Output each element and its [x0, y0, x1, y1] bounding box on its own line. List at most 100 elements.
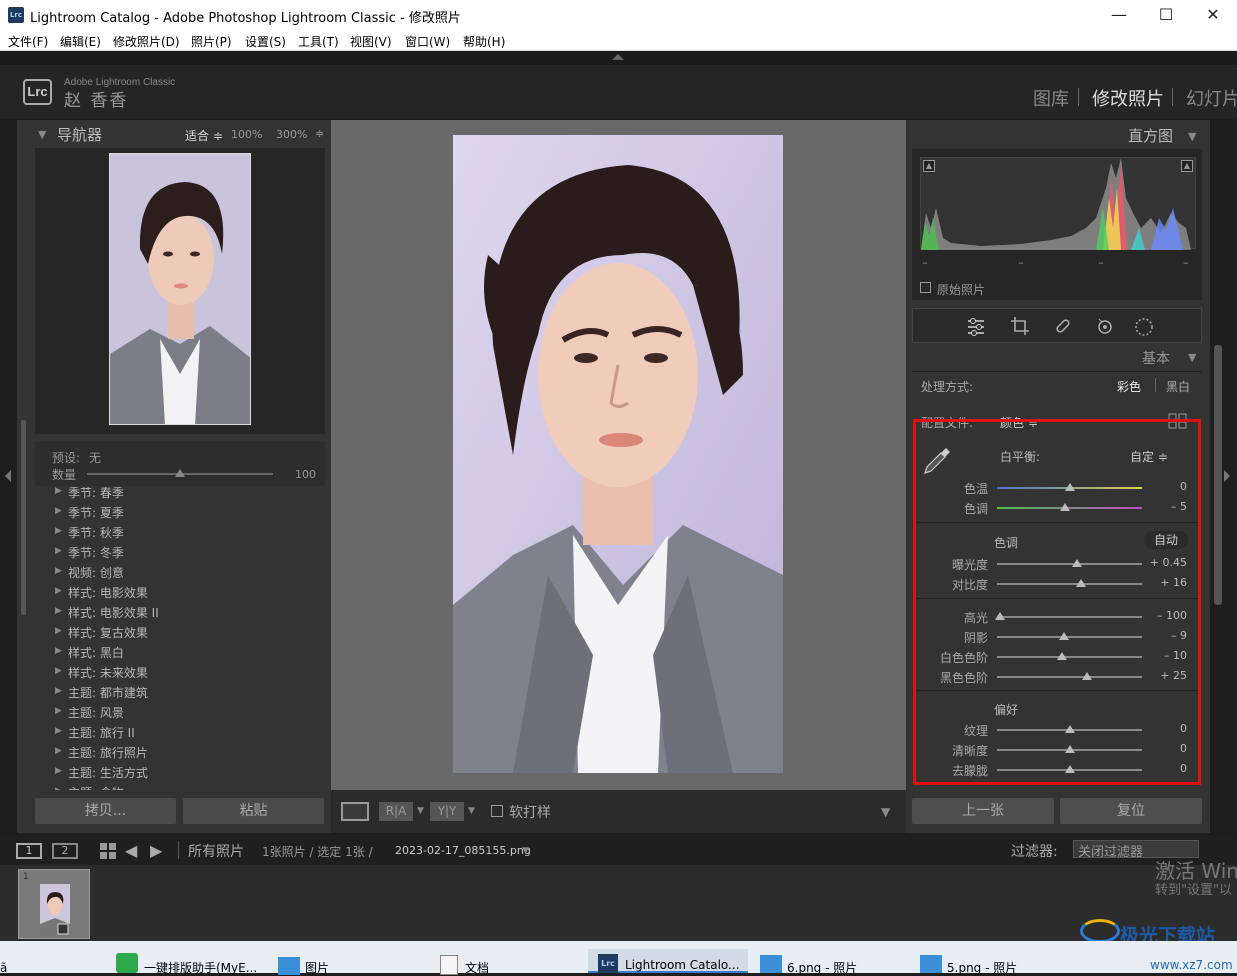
minimize-button[interactable]: —	[1096, 0, 1142, 30]
expand-icon[interactable]: ▶	[55, 646, 62, 656]
current-filename[interactable]: 2023-02-17_085155.png	[395, 844, 531, 857]
shadow-clip-icon[interactable]: ▲	[923, 160, 935, 172]
expand-icon[interactable]: ▶	[55, 786, 62, 790]
filename-dropdown-icon[interactable]: ▼	[522, 846, 529, 856]
filmstrip-cell-selected[interactable]: 1	[18, 869, 90, 939]
preset-folder-item[interactable]: ▶ 主题: 风景	[35, 702, 325, 722]
taskbar-item-typesetting[interactable]: 一键排版助手(MyE...	[144, 959, 257, 976]
soft-proof-checkbox[interactable]	[491, 805, 503, 817]
expand-icon[interactable]: ▶	[55, 586, 62, 596]
preset-folder-item[interactable]: ▶ 样式: 未来效果	[35, 662, 325, 682]
secondary-display-button[interactable]: 2	[52, 843, 78, 859]
menu-develop[interactable]: 修改照片(D)	[113, 33, 180, 50]
preset-folder-label: 样式: 电影效果	[68, 586, 148, 600]
navigator-preview[interactable]	[35, 148, 325, 434]
sliders-icon[interactable]	[966, 317, 986, 337]
basic-collapse-icon[interactable]: ▼	[1188, 351, 1196, 364]
collapse-left-icon[interactable]	[5, 470, 11, 482]
toolbar-menu-icon[interactable]: ▼	[881, 805, 890, 819]
paste-button[interactable]: 粘贴	[183, 798, 324, 824]
menu-help[interactable]: 帮助(H)	[463, 33, 505, 50]
preset-folder-item[interactable]: ▶ 主题: 旅行 II	[35, 722, 325, 742]
navigator-collapse-icon[interactable]: ▼	[38, 128, 46, 141]
bandage-icon[interactable]	[1053, 316, 1073, 336]
zoom-fit[interactable]: 适合 ≑	[185, 127, 223, 144]
module-develop[interactable]: 修改照片	[1092, 85, 1164, 111]
highlight-clip-icon[interactable]: ▲	[1181, 160, 1193, 172]
expand-icon[interactable]: ▶	[55, 546, 62, 556]
photo-canvas[interactable]	[331, 120, 906, 790]
expand-icon[interactable]: ▶	[55, 566, 62, 576]
menu-view[interactable]: 视图(V)	[350, 33, 392, 50]
preset-folder-item[interactable]: ▶ 视频: 创意	[35, 562, 325, 582]
ra-dropdown-icon[interactable]: ▼	[417, 806, 424, 816]
left-scrollbar[interactable]	[21, 420, 26, 615]
before-after-ra-button[interactable]: R|A	[379, 802, 413, 821]
maximize-button[interactable]: ☐	[1143, 0, 1189, 30]
expand-icon[interactable]: ▶	[55, 686, 62, 696]
taskbar-item-photo-5[interactable]: 5.png - 照片	[947, 959, 1017, 976]
preset-folder-item[interactable]: ▶ 样式: 复古效果	[35, 622, 325, 642]
zoom-300[interactable]: 300%	[276, 128, 307, 141]
zoom-100[interactable]: 100%	[231, 128, 262, 141]
treatment-bw[interactable]: 黑白	[1166, 378, 1190, 395]
zoom-more[interactable]: ≑	[315, 127, 324, 140]
back-arrow-icon[interactable]: ◀	[125, 841, 137, 860]
preset-folder-item[interactable]: ▶ 主题: 食物	[35, 782, 325, 790]
module-library[interactable]: 图库	[1033, 85, 1069, 111]
forward-arrow-icon[interactable]: ▶	[150, 841, 162, 860]
expand-icon[interactable]: ▶	[55, 487, 62, 496]
menu-settings[interactable]: 设置(S)	[245, 33, 286, 50]
module-slideshow[interactable]: 幻灯片	[1186, 85, 1237, 111]
menu-bar: 文件(F) 编辑(E) 修改照片(D) 照片(P) 设置(S) 工具(T) 视图…	[0, 30, 1237, 51]
original-photo-checkbox[interactable]	[920, 282, 931, 293]
preset-folder-item[interactable]: ▶ 样式: 电影效果	[35, 582, 325, 602]
right-scrollbar[interactable]	[1214, 345, 1222, 605]
crop-icon[interactable]	[1010, 316, 1030, 336]
expand-icon[interactable]: ▶	[55, 666, 62, 676]
mask-icon[interactable]	[1133, 316, 1155, 338]
expand-icon[interactable]: ▶	[55, 526, 62, 536]
expand-icon[interactable]: ▶	[55, 606, 62, 616]
close-button[interactable]: ✕	[1190, 0, 1236, 30]
preset-folder-item[interactable]: ▶ 主题: 旅行照片	[35, 742, 325, 762]
collapse-right-icon[interactable]	[1224, 470, 1230, 482]
preset-folder-item[interactable]: ▶ 季节: 秋季	[35, 522, 325, 542]
menu-tools[interactable]: 工具(T)	[298, 33, 339, 50]
expand-icon[interactable]: ▶	[55, 766, 62, 776]
preset-folder-item[interactable]: ▶ 样式: 黑白	[35, 642, 325, 662]
preset-folder-item[interactable]: ▶ 季节: 夏季	[35, 502, 325, 522]
preset-folder-item[interactable]: ▶ 季节: 冬季	[35, 542, 325, 562]
treatment-color[interactable]: 彩色	[1117, 378, 1141, 395]
collapse-top-icon[interactable]	[612, 54, 624, 60]
primary-display-button[interactable]: 1	[16, 843, 42, 859]
yy-dropdown-icon[interactable]: ▼	[468, 806, 475, 816]
expand-icon[interactable]: ▶	[55, 506, 62, 516]
preset-folder-item[interactable]: ▶ 季节: 春季	[35, 487, 325, 502]
taskbar-item-documents[interactable]: 文档	[465, 959, 489, 976]
copy-button[interactable]: 拷贝...	[35, 798, 176, 824]
previous-button[interactable]: 上一张	[912, 798, 1054, 824]
menu-edit[interactable]: 编辑(E)	[60, 33, 101, 50]
histogram-collapse-icon[interactable]: ▼	[1188, 130, 1196, 143]
redeye-icon[interactable]	[1095, 316, 1115, 336]
grid-view-icon[interactable]	[100, 843, 116, 859]
menu-window[interactable]: 窗口(W)	[405, 33, 450, 50]
expand-icon[interactable]: ▶	[55, 706, 62, 716]
preset-folder-item[interactable]: ▶ 主题: 都市建筑	[35, 682, 325, 702]
source-label[interactable]: 所有照片	[188, 841, 244, 861]
taskbar-item-pictures[interactable]: 图片	[305, 959, 329, 976]
amount-slider-knob[interactable]	[175, 469, 185, 477]
expand-icon[interactable]: ▶	[55, 626, 62, 636]
taskbar-item-active[interactable]: Lrc Lightroom Catalo...	[588, 949, 748, 973]
expand-icon[interactable]: ▶	[55, 746, 62, 756]
taskbar-item-photo-6[interactable]: 6.png - 照片	[787, 959, 857, 976]
loupe-view-icon[interactable]	[341, 802, 369, 821]
preset-folder-item[interactable]: ▶ 样式: 电影效果 II	[35, 602, 325, 622]
expand-icon[interactable]: ▶	[55, 726, 62, 736]
before-after-yy-button[interactable]: Y|Y	[430, 802, 464, 821]
preset-folder-item[interactable]: ▶ 主题: 生活方式	[35, 762, 325, 782]
reset-button[interactable]: 复位	[1060, 798, 1202, 824]
menu-photo[interactable]: 照片(P)	[191, 33, 232, 50]
menu-file[interactable]: 文件(F)	[8, 33, 48, 50]
